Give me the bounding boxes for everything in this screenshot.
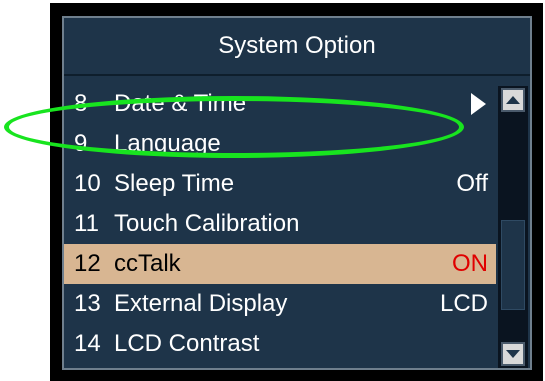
menu-item-number: 8 xyxy=(74,90,88,117)
menu-item-number: 11 xyxy=(74,210,99,237)
menu-item-lcd-contrast[interactable]: 14 LCD Contrast xyxy=(64,324,496,364)
submenu-arrow-icon xyxy=(471,93,486,115)
menu-item-label: LCD Contrast xyxy=(114,330,260,357)
menu-list: 8 Date & Time 9 Language 10 Sleep Time O… xyxy=(64,84,496,368)
menu-item-touch-calibration[interactable]: 11 Touch Calibration xyxy=(64,204,496,244)
menu-item-label: Sleep Time xyxy=(114,170,235,197)
menu-item-number: 9 xyxy=(74,130,88,157)
menu-item-label: Date & Time xyxy=(114,90,247,117)
menu-item-number: 14 xyxy=(74,330,101,357)
menu-item-value: LCD xyxy=(439,290,488,317)
system-option-screen: System Option 8 Date & Time 9 Language 1… xyxy=(62,16,532,370)
scroll-thumb[interactable] xyxy=(501,220,525,310)
menu-item-label: External Display xyxy=(114,290,288,317)
menu-item-cctalk[interactable]: 12 ccTalk ON xyxy=(64,244,496,284)
menu-item-number: 10 xyxy=(74,170,101,197)
menu-item-label: Touch Calibration xyxy=(114,210,300,237)
menu-item-number: 13 xyxy=(74,290,101,317)
menu-item-value: ON xyxy=(452,250,488,277)
menu-item-label: ccTalk xyxy=(114,250,181,277)
scroll-down-button[interactable] xyxy=(501,342,525,366)
menu-item-label: Language xyxy=(114,130,221,157)
chevron-up-icon xyxy=(506,96,520,104)
scroll-up-button[interactable] xyxy=(501,88,525,112)
menu-item-external-display[interactable]: 13 External Display LCD xyxy=(64,284,496,324)
vertical-scrollbar[interactable] xyxy=(498,86,528,368)
screen-title: System Option xyxy=(64,18,530,76)
menu-item-number: 12 xyxy=(74,250,101,277)
menu-item-value: Off xyxy=(456,170,488,197)
menu-item-sleep-time[interactable]: 10 Sleep Time Off xyxy=(64,164,496,204)
menu-item-language[interactable]: 9 Language xyxy=(64,124,496,164)
menu-item-date-time[interactable]: 8 Date & Time xyxy=(64,84,496,124)
chevron-down-icon xyxy=(506,350,520,358)
